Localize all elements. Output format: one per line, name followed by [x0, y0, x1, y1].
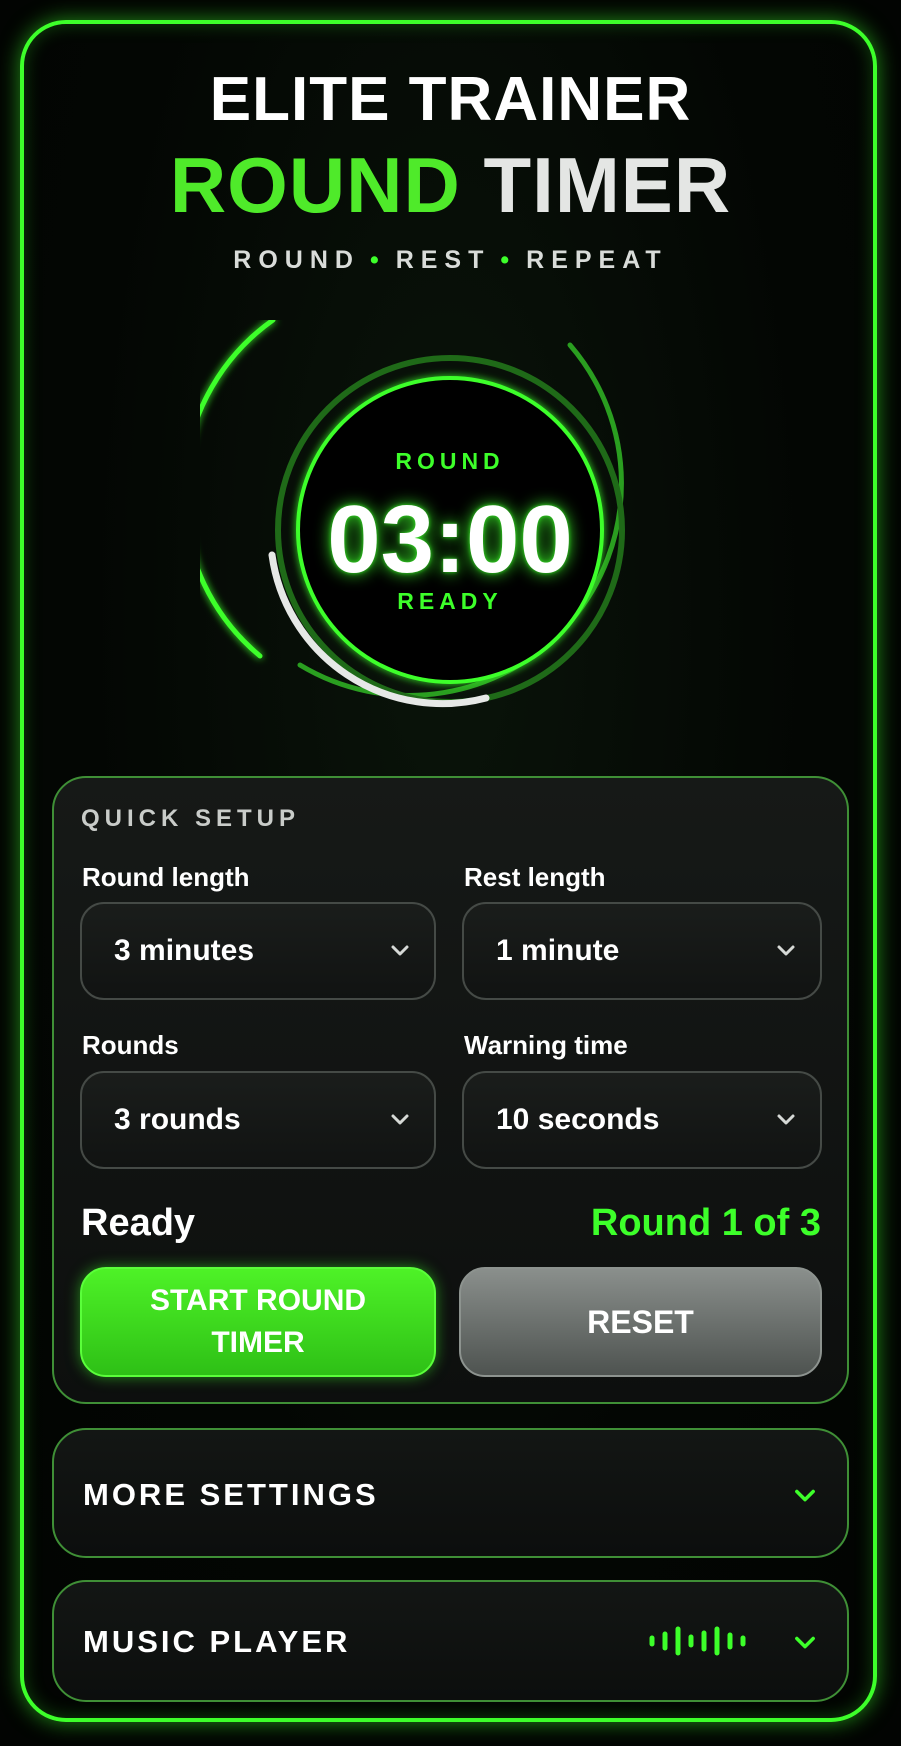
warning-time-value: 10 seconds [496, 1103, 660, 1136]
chevron-down-icon [777, 945, 795, 956]
round-length-value: 3 minutes [114, 934, 255, 967]
chevron-down-icon [795, 1636, 815, 1649]
app-title-line1: ELITE TRAINER [209, 65, 692, 134]
start-button-label-line1: START ROUND [149, 1284, 367, 1317]
tagline-word-3: REPEAT [526, 246, 668, 274]
warning-time-select[interactable]: 10 seconds [462, 1071, 822, 1169]
chevron-down-icon [777, 1114, 795, 1125]
tagline-dot-icon: • [369, 246, 386, 274]
rounds-select[interactable]: 3 rounds [80, 1071, 436, 1169]
timer-status-text: Ready [81, 1202, 196, 1244]
reset-button-label: RESET [587, 1303, 694, 1340]
rest-length-label: Rest length [464, 862, 606, 892]
round-length-label: Round length [82, 862, 250, 892]
warning-time-label: Warning time [464, 1030, 628, 1060]
tagline: ROUND • REST • REPEAT [0, 246, 901, 275]
rest-length-value: 1 minute [496, 934, 620, 967]
start-round-timer-button[interactable]: START ROUND TIMER [80, 1267, 436, 1377]
chevron-down-icon [391, 945, 409, 956]
more-settings-title: MORE SETTINGS [83, 1477, 379, 1512]
start-button-label-line2: TIMER [211, 1326, 305, 1359]
timer-status-label: READY [397, 588, 503, 614]
tagline-dot-icon: • [500, 246, 517, 274]
chevron-down-icon [391, 1114, 409, 1125]
timer-time: 03:00 [327, 486, 573, 593]
equalizer-icon [649, 1626, 746, 1656]
title-accent-word: ROUND [169, 141, 461, 229]
round-length-select[interactable]: 3 minutes [80, 902, 436, 1000]
rounds-value: 3 rounds [114, 1103, 241, 1136]
tagline-word-1: ROUND [233, 246, 360, 274]
chevron-down-icon [795, 1489, 815, 1502]
timer-phase-label: ROUND [395, 448, 505, 474]
rounds-label: Rounds [82, 1030, 179, 1060]
round-counter: Round 1 of 3 [590, 1202, 821, 1244]
app-title-line2: ROUND TIMER [0, 140, 901, 231]
rest-length-select[interactable]: 1 minute [462, 902, 822, 1000]
quick-setup-title: QUICK SETUP [81, 805, 301, 832]
more-settings-accordion[interactable]: MORE SETTINGS [52, 1428, 849, 1558]
reset-button[interactable]: RESET [459, 1267, 822, 1377]
title-rest-word: TIMER [483, 141, 732, 229]
timer-dial: ROUND 03:00 READY [200, 320, 700, 760]
tagline-word-2: REST [395, 246, 491, 274]
music-player-title: MUSIC PLAYER [83, 1624, 351, 1659]
